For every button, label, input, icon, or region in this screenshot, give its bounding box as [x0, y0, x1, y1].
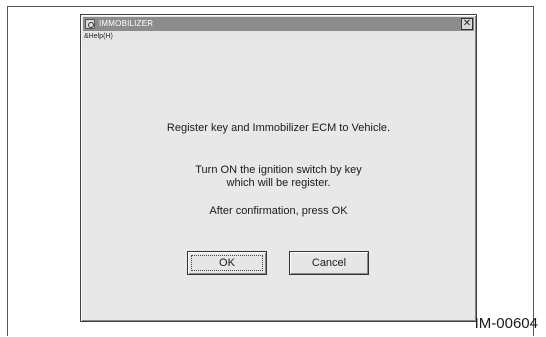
ok-button[interactable]: OK: [187, 251, 267, 275]
confirm-message: After confirmation, press OK: [209, 205, 348, 217]
close-icon: ✕: [462, 18, 472, 29]
close-button[interactable]: ✕: [461, 18, 473, 30]
window-title: IMMOBILIZER: [99, 19, 154, 28]
instruction-line-2: which will be register.: [226, 177, 331, 189]
register-message: Register key and Immobilizer ECM to Vehi…: [166, 122, 391, 134]
menu-bar: &Help(H): [83, 31, 474, 42]
title-bar[interactable]: IMMOBILIZER ✕: [83, 17, 474, 31]
instruction-line-1: Turn ON the ignition switch by key: [195, 164, 362, 176]
immobilizer-dialog: IMMOBILIZER ✕ &Help(H) Register key and …: [80, 14, 477, 322]
dialog-body: Register key and Immobilizer ECM to Vehi…: [83, 42, 474, 319]
ignition-instruction: Turn ON the ignition switch by key which…: [83, 164, 474, 190]
cancel-button[interactable]: Cancel: [289, 251, 369, 275]
app-icon: [85, 19, 95, 29]
menu-item-help[interactable]: &Help(H): [84, 31, 113, 42]
figure-caption: IM-00604: [474, 315, 538, 332]
